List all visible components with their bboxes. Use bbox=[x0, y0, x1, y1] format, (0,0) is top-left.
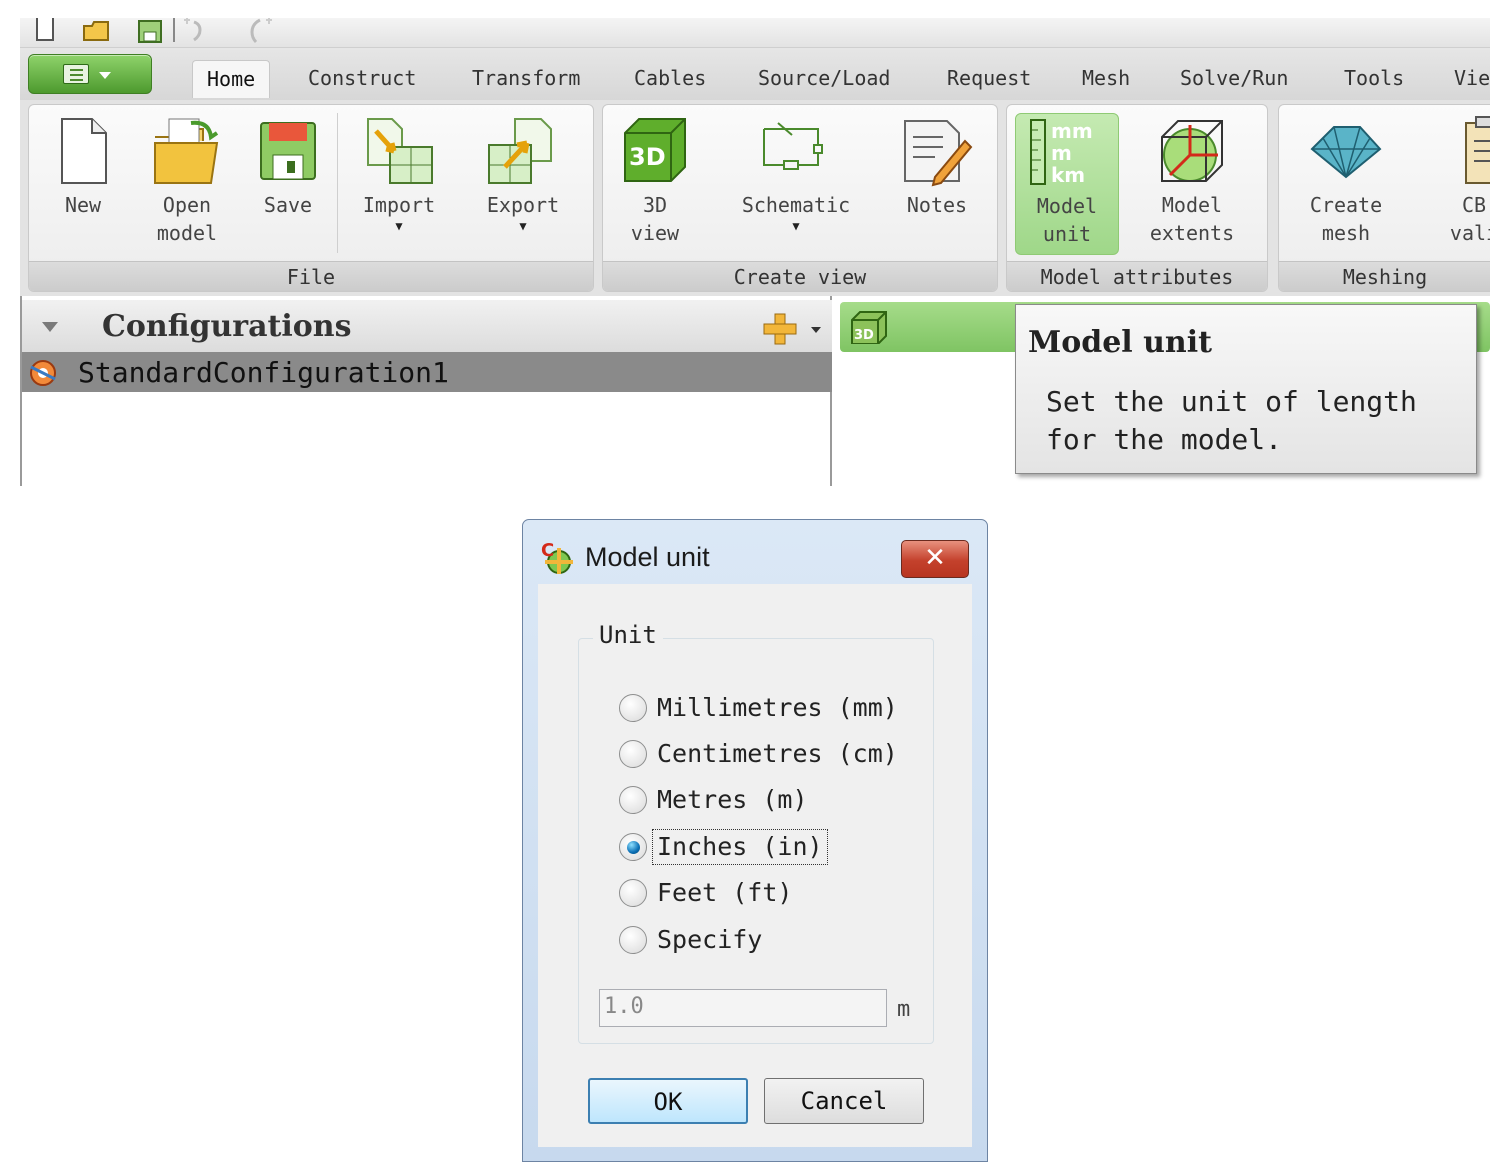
tab-transform[interactable]: Transform bbox=[458, 60, 594, 98]
collapse-triangle-icon[interactable] bbox=[42, 322, 58, 332]
tooltip-title: Model unit bbox=[1028, 325, 1212, 360]
app-icon: C bbox=[541, 540, 573, 574]
svg-text:mm: mm bbox=[1051, 119, 1093, 143]
ruler-units-icon: mm m km bbox=[1030, 119, 1093, 187]
undo-icon[interactable] bbox=[170, 18, 230, 44]
unit-group-label: Unit bbox=[593, 621, 663, 649]
dialog-titlebar[interactable]: C Model unit ✕ bbox=[523, 520, 987, 584]
tab-source-load[interactable]: Source/Load bbox=[744, 60, 904, 98]
radio-button-selected-icon[interactable] bbox=[619, 833, 647, 861]
group-file: New Open model Save Import ▼ Export ▼ Fi… bbox=[28, 104, 594, 292]
tab-solve-run[interactable]: Solve/Run bbox=[1166, 60, 1302, 98]
bounding-box-icon bbox=[1161, 120, 1223, 182]
group-meshing: Create mesh CB vali Meshing bbox=[1278, 104, 1490, 292]
specify-unit-label: m bbox=[897, 997, 911, 1022]
specify-value-field[interactable]: 1.0 bbox=[599, 989, 887, 1027]
svg-text:3D: 3D bbox=[854, 328, 874, 343]
3d-view-button[interactable]: 3D 3D view bbox=[617, 115, 693, 247]
model-unit-dialog: C Model unit ✕ Unit Millimetres (mm) Cen… bbox=[522, 519, 988, 1162]
schematic-icon bbox=[763, 122, 823, 170]
ribbon-tab-bar: Home Construct Transform Cables Source/L… bbox=[20, 48, 1490, 100]
menu-icon bbox=[63, 64, 89, 84]
close-button[interactable]: ✕ bbox=[901, 540, 969, 578]
unit-groupbox: Unit Millimetres (mm) Centimetres (cm) M… bbox=[578, 621, 934, 1044]
import-icon bbox=[367, 118, 433, 184]
svg-text:3D: 3D bbox=[629, 143, 666, 171]
model-unit-button[interactable]: mm m km Model unit bbox=[1015, 113, 1119, 255]
save-icon[interactable] bbox=[136, 18, 166, 44]
group-title-create-view: Create view bbox=[603, 261, 997, 291]
radio-button-icon[interactable] bbox=[619, 879, 647, 907]
tab-tools[interactable]: Tools bbox=[1330, 60, 1418, 98]
3d-cube-icon: 3D bbox=[851, 311, 887, 344]
radio-button-icon[interactable] bbox=[619, 786, 647, 814]
save-button[interactable]: Save bbox=[255, 115, 321, 219]
export-icon bbox=[488, 118, 552, 184]
notes-icon bbox=[904, 120, 973, 187]
export-button[interactable]: Export ▼ bbox=[481, 115, 565, 233]
configuration-icon bbox=[30, 360, 56, 386]
ok-button[interactable]: OK bbox=[588, 1078, 748, 1124]
chevron-down-icon bbox=[99, 72, 111, 79]
tab-request[interactable]: Request bbox=[933, 60, 1045, 98]
tab-cables[interactable]: Cables bbox=[620, 60, 720, 98]
tab-mesh[interactable]: Mesh bbox=[1068, 60, 1144, 98]
add-icon[interactable] bbox=[762, 312, 798, 346]
new-document-icon bbox=[61, 118, 107, 184]
clipboard-icon bbox=[1465, 116, 1490, 184]
dialog-title: Model unit bbox=[585, 542, 710, 572]
configuration-name: StandardConfiguration1 bbox=[78, 356, 449, 389]
schematic-button[interactable]: Schematic ▼ bbox=[731, 115, 861, 233]
cb-validate-button[interactable]: CB vali bbox=[1429, 115, 1490, 247]
group-model-attributes: mm m km Model unit Model extents Model a… bbox=[1006, 104, 1268, 292]
tab-view[interactable]: Vie bbox=[1440, 60, 1490, 98]
svg-text:m: m bbox=[1051, 141, 1072, 165]
application-window: Home Construct Transform Cables Source/L… bbox=[20, 18, 1490, 486]
folder-open-icon bbox=[154, 118, 219, 184]
dialog-body: Unit Millimetres (mm) Centimetres (cm) M… bbox=[538, 584, 972, 1147]
group-title-meshing: Meshing bbox=[1279, 261, 1490, 291]
svg-text:km: km bbox=[1051, 163, 1085, 187]
redo-icon[interactable] bbox=[242, 18, 292, 44]
model-extents-button[interactable]: Model extents bbox=[1137, 115, 1247, 247]
dropdown-arrow-icon: ▼ bbox=[519, 219, 527, 233]
3d-cube-icon: 3D bbox=[624, 118, 686, 182]
configurations-title: Configurations bbox=[102, 309, 352, 344]
mesh-icon bbox=[1310, 126, 1382, 179]
open-model-button[interactable]: Open model bbox=[147, 115, 227, 247]
quick-access-toolbar bbox=[20, 18, 1490, 48]
svg-text:C: C bbox=[541, 540, 554, 561]
cancel-button[interactable]: Cancel bbox=[764, 1078, 924, 1124]
tab-home[interactable]: Home bbox=[192, 60, 271, 98]
new-icon[interactable] bbox=[34, 18, 56, 44]
floppy-disk-icon bbox=[260, 122, 316, 180]
dropdown-arrow-icon: ▼ bbox=[395, 219, 403, 233]
dropdown-arrow-icon: ▼ bbox=[792, 219, 800, 233]
chevron-down-icon[interactable] bbox=[811, 327, 821, 333]
list-item[interactable]: StandardConfiguration1 bbox=[22, 352, 832, 392]
new-button[interactable]: New bbox=[53, 115, 113, 219]
configurations-header: Configurations bbox=[22, 300, 832, 352]
tooltip-text: Set the unit of length for the model. bbox=[1046, 385, 1417, 456]
group-title-model-attributes: Model attributes bbox=[1007, 261, 1267, 291]
ribbon: New Open model Save Import ▼ Export ▼ Fi… bbox=[20, 100, 1490, 296]
open-icon[interactable] bbox=[82, 18, 112, 44]
tab-construct[interactable]: Construct bbox=[294, 60, 430, 98]
separator bbox=[337, 113, 338, 253]
configurations-panel: Configurations StandardConfiguration1 bbox=[20, 296, 832, 486]
group-create-view: 3D 3D view Schematic ▼ Notes Create view bbox=[602, 104, 998, 292]
radio-button-icon[interactable] bbox=[619, 926, 647, 954]
radio-button-icon[interactable] bbox=[619, 740, 647, 768]
radio-button-icon[interactable] bbox=[619, 694, 647, 722]
group-title-file: File bbox=[29, 261, 593, 291]
tooltip: Model unit Set the unit of length for th… bbox=[1015, 304, 1477, 474]
notes-button[interactable]: Notes bbox=[897, 115, 977, 219]
application-menu-button[interactable] bbox=[28, 54, 152, 94]
create-mesh-button[interactable]: Create mesh bbox=[1301, 115, 1391, 247]
import-button[interactable]: Import ▼ bbox=[359, 115, 439, 233]
